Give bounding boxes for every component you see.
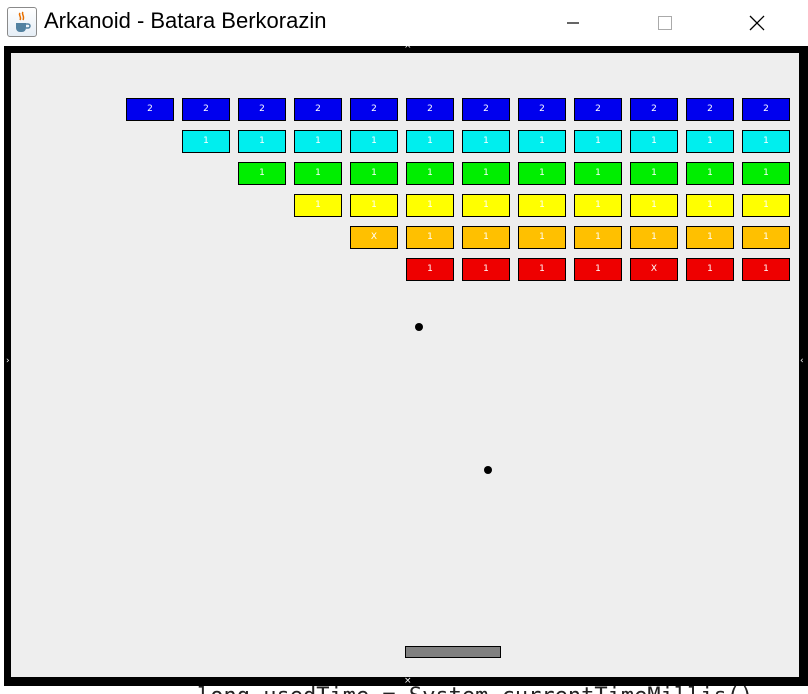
brick: 1 [686,130,734,153]
brick: 1 [630,226,678,249]
brick: 1 [294,194,342,217]
brick: X [350,226,398,249]
brick: 1 [462,162,510,185]
brick: 1 [518,194,566,217]
close-button[interactable] [734,0,780,46]
brick: 1 [238,130,286,153]
brick: 1 [574,162,622,185]
close-icon [749,15,765,31]
brick: 1 [686,258,734,281]
brick: 2 [574,98,622,121]
brick: 1 [742,130,790,153]
brick: 1 [462,130,510,153]
brick: 1 [742,194,790,217]
brick: 2 [742,98,790,121]
brick: 2 [518,98,566,121]
brick: 2 [462,98,510,121]
resize-handle-top[interactable]: × [404,42,412,51]
resize-handle-right[interactable]: ‹ [800,357,804,366]
ball [484,466,492,474]
resize-handle-left[interactable]: › [6,357,10,366]
brick: 2 [126,98,174,121]
paddle[interactable] [405,646,501,658]
title-bar[interactable]: Arkanoid - Batara Berkorazin [0,0,808,46]
brick: 1 [406,258,454,281]
brick: 1 [294,162,342,185]
maximize-icon [658,16,672,30]
brick: 1 [574,130,622,153]
minimize-button[interactable] [550,0,596,46]
minimize-icon [567,22,579,24]
brick: 2 [294,98,342,121]
brick: 1 [686,226,734,249]
brick: 1 [350,194,398,217]
maximize-button[interactable] [642,0,688,46]
brick: 1 [518,162,566,185]
brick: 2 [406,98,454,121]
brick: 1 [238,162,286,185]
brick: 1 [574,258,622,281]
brick: 1 [742,226,790,249]
brick: 1 [406,162,454,185]
brick: 1 [686,162,734,185]
brick: 1 [182,130,230,153]
brick: 1 [294,130,342,153]
brick: 1 [350,130,398,153]
brick: 1 [742,258,790,281]
brick: 1 [518,258,566,281]
resize-handle-bottom[interactable]: × [404,677,412,686]
brick: 1 [350,162,398,185]
brick: 1 [406,194,454,217]
brick: 1 [406,226,454,249]
brick: 2 [238,98,286,121]
app-window: Arkanoid - Batara Berkorazin × × › ‹ 222… [0,0,808,694]
brick: 2 [630,98,678,121]
brick: 2 [350,98,398,121]
brick: 1 [686,194,734,217]
brick: 1 [406,130,454,153]
brick: 1 [742,162,790,185]
code-line: long usedTime = System.currentTimeMillis… [197,686,753,694]
brick: 1 [574,194,622,217]
brick: 2 [686,98,734,121]
brick: 1 [630,130,678,153]
window-title: Arkanoid - Batara Berkorazin [44,8,327,33]
game-canvas[interactable]: 2222222222221111111111111111111111111111… [11,53,799,677]
brick: 2 [182,98,230,121]
brick: 1 [518,130,566,153]
brick: 1 [462,226,510,249]
brick: 1 [462,258,510,281]
brick: 1 [630,194,678,217]
brick: 1 [630,162,678,185]
brick: 1 [574,226,622,249]
brick: 1 [518,226,566,249]
ball [415,323,423,331]
brick: 1 [462,194,510,217]
background-code-editor: long usedTime = System.currentTimeMillis… [0,686,808,694]
java-cup-icon[interactable] [7,7,37,37]
brick: X [630,258,678,281]
